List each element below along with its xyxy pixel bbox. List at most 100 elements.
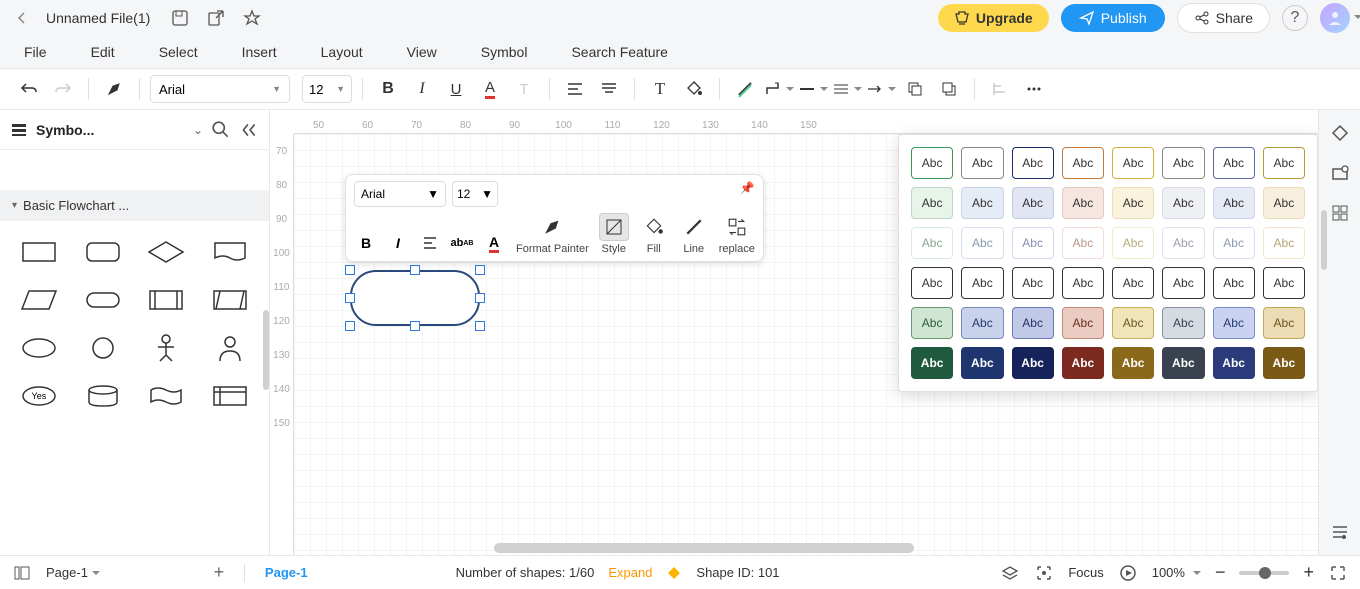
menu-insert[interactable]: Insert — [242, 44, 277, 60]
style-swatch[interactable]: Abc — [1263, 307, 1305, 339]
presentation-icon[interactable] — [1118, 563, 1138, 583]
style-swatch[interactable]: Abc — [1112, 187, 1154, 219]
menu-view[interactable]: View — [407, 44, 437, 60]
menu-file[interactable]: File — [24, 44, 47, 60]
style-swatch[interactable]: Abc — [911, 347, 953, 379]
help-icon[interactable]: ? — [1282, 5, 1308, 31]
menu-layout[interactable]: Layout — [321, 44, 363, 60]
mini-bold[interactable]: B — [354, 231, 378, 255]
shape-yes[interactable]: Yes — [10, 375, 68, 417]
style-swatch[interactable]: Abc — [1162, 187, 1204, 219]
style-swatch[interactable]: Abc — [1112, 347, 1154, 379]
style-swatch[interactable]: Abc — [961, 227, 1003, 259]
shape-database[interactable] — [74, 375, 132, 417]
mini-color[interactable]: A — [482, 231, 506, 255]
font-size-select[interactable]: 12▼ — [302, 75, 352, 103]
style-swatch[interactable]: Abc — [1112, 307, 1154, 339]
diamond-icon[interactable] — [666, 565, 682, 581]
shape-ellipse[interactable] — [10, 327, 68, 369]
zoom-in[interactable]: + — [1303, 562, 1314, 583]
line-color-button[interactable] — [730, 74, 760, 104]
format-painter-button[interactable] — [99, 74, 129, 104]
valign-button[interactable] — [594, 74, 624, 104]
more-button[interactable] — [1019, 74, 1049, 104]
font-color-button[interactable]: A — [475, 74, 505, 104]
style-swatch[interactable]: Abc — [1213, 227, 1255, 259]
share-button[interactable]: Share — [1177, 3, 1270, 33]
style-swatch[interactable]: Abc — [1012, 187, 1054, 219]
current-page-tab[interactable]: Page-1 — [265, 565, 308, 580]
style-swatch[interactable]: Abc — [1213, 307, 1255, 339]
publish-button[interactable]: Publish — [1061, 4, 1165, 32]
mini-case[interactable]: abAB — [450, 231, 474, 255]
focus-button[interactable]: Focus — [1068, 565, 1103, 580]
filename[interactable]: Unnamed File(1) — [46, 10, 150, 26]
style-swatch[interactable]: Abc — [1162, 227, 1204, 259]
resize-handle-tm[interactable] — [410, 265, 420, 275]
fill-color-button[interactable] — [679, 74, 709, 104]
mini-size-select[interactable]: 12▼ — [452, 181, 498, 207]
search-icon[interactable] — [211, 120, 231, 140]
collapse-panel-icon[interactable] — [239, 120, 259, 140]
outline-icon[interactable] — [12, 563, 32, 583]
style-swatch[interactable]: Abc — [911, 307, 953, 339]
style-swatch[interactable]: Abc — [1062, 227, 1104, 259]
style-swatch[interactable]: Abc — [1062, 187, 1104, 219]
filter-icon[interactable] — [1327, 519, 1353, 545]
zoom-out[interactable]: − — [1215, 562, 1226, 583]
style-swatch[interactable]: Abc — [1062, 307, 1104, 339]
bold-button[interactable]: B — [373, 74, 403, 104]
upgrade-button[interactable]: Upgrade — [938, 4, 1049, 32]
shape-tape[interactable] — [138, 375, 196, 417]
resize-handle-bm[interactable] — [410, 321, 420, 331]
resize-handle-ml[interactable] — [345, 293, 355, 303]
shape-parallelogram[interactable] — [10, 279, 68, 321]
line-style-button[interactable] — [798, 74, 828, 104]
add-page-button[interactable]: + — [208, 562, 230, 584]
style-swatch[interactable]: Abc — [1263, 347, 1305, 379]
style-swatch[interactable]: Abc — [1213, 147, 1255, 179]
selected-shape[interactable] — [350, 270, 480, 326]
style-swatch[interactable]: Abc — [1213, 187, 1255, 219]
style-swatch[interactable]: Abc — [1012, 227, 1054, 259]
mini-replace[interactable] — [722, 213, 752, 241]
shape-person[interactable] — [138, 327, 196, 369]
theme-icon[interactable] — [1327, 120, 1353, 146]
resize-handle-mr[interactable] — [475, 293, 485, 303]
zoom-value[interactable]: 100% — [1152, 565, 1201, 580]
export-icon[interactable] — [203, 5, 229, 31]
canvas[interactable]: 5060708090100110120130140150270280 70809… — [270, 110, 1318, 555]
back-button[interactable] — [10, 6, 34, 30]
star-icon[interactable] — [239, 5, 265, 31]
style-swatch[interactable]: Abc — [961, 147, 1003, 179]
section-basic-flowchart[interactable]: Basic Flowchart ... — [0, 190, 269, 221]
style-swatch[interactable]: Abc — [961, 307, 1003, 339]
style-swatch[interactable]: Abc — [1012, 347, 1054, 379]
connector-button[interactable] — [764, 74, 794, 104]
shape-terminator[interactable] — [74, 279, 132, 321]
user-avatar[interactable] — [1320, 3, 1350, 33]
style-swatch[interactable]: Abc — [1062, 147, 1104, 179]
style-swatch[interactable]: Abc — [1012, 267, 1054, 299]
menu-symbol[interactable]: Symbol — [481, 44, 528, 60]
style-swatch[interactable]: Abc — [1012, 307, 1054, 339]
shape-user[interactable] — [201, 327, 259, 369]
mini-format-painter[interactable] — [537, 213, 567, 241]
style-swatch[interactable]: Abc — [1213, 267, 1255, 299]
clear-format-button[interactable]: T — [509, 74, 539, 104]
line-weight-button[interactable] — [832, 74, 862, 104]
style-swatch[interactable]: Abc — [1162, 307, 1204, 339]
text-tool-button[interactable]: T — [645, 74, 675, 104]
undo-button[interactable] — [14, 74, 44, 104]
italic-button[interactable]: I — [407, 74, 437, 104]
save-icon[interactable] — [167, 5, 193, 31]
menu-select[interactable]: Select — [159, 44, 198, 60]
style-swatch[interactable]: Abc — [911, 267, 953, 299]
style-swatch[interactable]: Abc — [1112, 227, 1154, 259]
shape-circle[interactable] — [74, 327, 132, 369]
group-align-button[interactable] — [985, 74, 1015, 104]
expand-link[interactable]: Expand — [608, 565, 652, 580]
front-button[interactable] — [900, 74, 930, 104]
shape-stored-data[interactable] — [201, 279, 259, 321]
back-button-layer[interactable] — [934, 74, 964, 104]
